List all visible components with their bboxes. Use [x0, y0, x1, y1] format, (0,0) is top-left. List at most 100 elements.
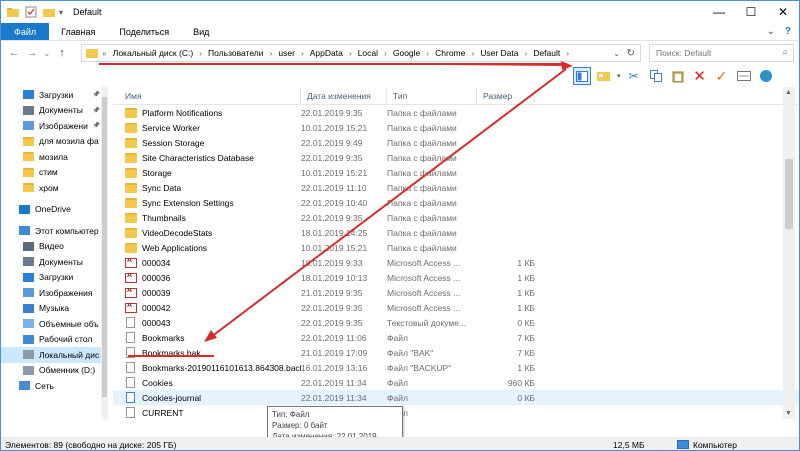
search-input[interactable] — [656, 48, 774, 58]
file-row[interactable]: VideoDecodeStats 18.01.2019 14:25 Папка с … — [113, 225, 799, 240]
tab-home[interactable]: Главная — [49, 23, 107, 40]
file-row[interactable]: Cookies-journal 22.01.2019 11:34 Файл 0 КБ — [113, 390, 799, 405]
breadcrumb-sep[interactable]: › — [524, 48, 527, 58]
new-folder-icon[interactable] — [43, 6, 55, 18]
nav-item[interactable]: Документы — [1, 254, 108, 270]
breadcrumb-sep[interactable]: › — [426, 48, 429, 58]
search-icon[interactable]: ⌕ — [782, 47, 788, 58]
breadcrumb-local[interactable]: Local — [358, 48, 378, 58]
nav-item[interactable]: мозила — [1, 149, 108, 165]
tab-view[interactable]: Вид — [181, 23, 221, 40]
breadcrumb-appdata[interactable]: AppData — [310, 48, 343, 58]
breadcrumb-sep[interactable]: › — [471, 48, 474, 58]
breadcrumb-user[interactable]: user — [278, 48, 295, 58]
copy-icon[interactable] — [647, 67, 665, 85]
file-row[interactable]: 000034 18.01.2019 9:33 Microsoft Access ..… — [113, 255, 799, 270]
column-header-date[interactable]: Дата изменения — [301, 88, 387, 103]
address-bar[interactable]: « Локальный диск (C:) › Пользователи › use… — [81, 44, 641, 62]
column-header-type[interactable]: Тип — [387, 88, 477, 103]
properties-icon[interactable] — [735, 67, 753, 85]
nav-item[interactable]: хром — [1, 180, 108, 196]
delete-icon[interactable]: ✕ — [691, 67, 709, 85]
breadcrumb-sep[interactable]: › — [270, 48, 273, 58]
globe-icon[interactable] — [757, 67, 775, 85]
breadcrumb-users[interactable]: Пользователи — [208, 48, 263, 58]
file-row[interactable]: Bookmarks.bak 21.01.2019 17:09 Файл "BAK" 7… — [113, 345, 799, 360]
nav-item[interactable]: Этот компьютер — [1, 223, 108, 239]
file-row[interactable]: Cookies 22.01.2019 11:34 Файл 960 КБ — [113, 375, 799, 390]
nav-item[interactable]: Изображения — [1, 285, 108, 301]
breadcrumb-google[interactable]: Google — [393, 48, 420, 58]
recent-locations-icon[interactable]: ⌄ — [41, 49, 53, 58]
breadcrumb-user-data[interactable]: User Data — [480, 48, 518, 58]
file-row[interactable]: Site Characteristics Database 22.01.2019 … — [113, 150, 799, 165]
paste-icon[interactable] — [669, 67, 687, 85]
minimize-button[interactable]: — — [703, 1, 735, 23]
properties-icon[interactable] — [25, 6, 37, 18]
nav-item[interactable]: Видео — [1, 239, 108, 255]
rename-check-icon[interactable]: ✓ — [713, 67, 731, 85]
forward-arrow-icon[interactable]: → — [23, 47, 41, 59]
column-header-size[interactable]: Размер — [477, 88, 535, 103]
nav-item[interactable]: Обменник (D:) — [1, 363, 108, 379]
file-list-scrollbar-thumb[interactable] — [785, 159, 793, 229]
nav-item[interactable]: для мозила фа — [1, 134, 108, 150]
ribbon-collapse-icon[interactable]: ⌄ — [767, 26, 775, 37]
nav-item[interactable]: Изображени 📌 — [1, 118, 108, 134]
cut-icon[interactable]: ✂ — [625, 67, 643, 85]
nav-item[interactable]: Музыка — [1, 301, 108, 317]
nav-item[interactable]: Сеть — [1, 378, 108, 394]
help-icon[interactable]: ? — [785, 26, 791, 37]
file-row[interactable]: 000042 22.01.2019 9:35 Microsoft Access ..… — [113, 300, 799, 315]
tab-share[interactable]: Поделиться — [107, 23, 181, 40]
nav-item[interactable]: стим — [1, 165, 108, 181]
nav-scrollbar[interactable] — [101, 87, 108, 419]
file-row[interactable]: Session Storage 22.01.2019 9:49 Папка с фа… — [113, 135, 799, 150]
breadcrumb-sep[interactable]: › — [566, 48, 569, 58]
maximize-button[interactable]: ☐ — [735, 1, 767, 23]
file-row[interactable]: 000043 22.01.2019 9:35 Текстовый докумe...… — [113, 315, 799, 330]
nav-item[interactable]: Загрузки — [1, 270, 108, 286]
view-dropdown-icon[interactable]: ▾ — [617, 72, 621, 80]
file-row[interactable]: 000036 18.01.2019 10:13 Microsoft Access .… — [113, 270, 799, 285]
file-list-scrollbar[interactable]: ▲ ▼ — [783, 87, 795, 419]
nav-item[interactable]: Документы 📌 — [1, 103, 108, 119]
file-row[interactable]: Thumbnails 22.01.2019 9:35 Папка с файлами — [113, 210, 799, 225]
file-row[interactable]: Storage 10.01.2019 15:21 Папка с файлами — [113, 165, 799, 180]
breadcrumb-sep[interactable]: › — [301, 48, 304, 58]
file-row[interactable]: CURRENT10.01.2019 15:21Файл — [113, 405, 799, 420]
refresh-icon[interactable]: ↻ — [627, 48, 635, 59]
quick-access-dropdown-icon[interactable]: ▾ — [59, 8, 63, 17]
preview-pane-icon[interactable] — [573, 67, 591, 85]
nav-item[interactable]: OneDrive — [1, 202, 108, 218]
file-row[interactable]: Sync Extension Settings 22.01.2019 10:40 П… — [113, 195, 799, 210]
file-row[interactable]: Bookmarks 22.01.2019 11:06 Файл 7 КБ — [113, 330, 799, 345]
nav-item[interactable]: Локальный дис — [1, 347, 108, 363]
breadcrumb-default[interactable]: Default — [533, 48, 560, 58]
file-row[interactable]: Sync Data 22.01.2019 11:10 Папка с файлами — [113, 180, 799, 195]
nav-scrollbar-thumb[interactable] — [102, 97, 107, 397]
nav-item[interactable]: Загрузки 📌 — [1, 87, 108, 103]
folder-view-icon[interactable] — [595, 67, 613, 85]
file-row[interactable]: Bookmarks-20190116101613.864308.back... 1… — [113, 360, 799, 375]
file-row[interactable]: Platform Notifications 22.01.2019 9:35 Пап… — [113, 105, 799, 120]
file-row[interactable]: Service Worker 10.01.2019 15:21 Папка с фа… — [113, 120, 799, 135]
up-arrow-icon[interactable]: ↑ — [53, 47, 71, 59]
back-arrow-icon[interactable]: ← — [5, 47, 23, 59]
overflow-crumbs[interactable]: « — [102, 48, 107, 58]
nav-item[interactable]: Рабочий стол — [1, 332, 108, 348]
nav-item[interactable]: Объемные объ — [1, 316, 108, 332]
file-row[interactable]: Web Applications 10.01.2019 15:21 Папка с … — [113, 240, 799, 255]
file-row[interactable]: 000039 21.01.2019 9:35 Microsoft Access ..… — [113, 285, 799, 300]
address-dropdown-icon[interactable]: ⌄ — [613, 49, 620, 58]
scroll-up-icon[interactable]: ▲ — [785, 89, 792, 96]
tab-file[interactable]: Файл — [1, 23, 50, 40]
close-button[interactable]: ✕ — [767, 1, 799, 23]
column-header-name[interactable]: Имя — [113, 88, 301, 103]
search-box[interactable]: ⌕ — [649, 44, 794, 62]
breadcrumb-sep[interactable]: › — [384, 48, 387, 58]
breadcrumb-sep[interactable]: › — [199, 48, 202, 58]
breadcrumb-sep[interactable]: › — [349, 48, 352, 58]
breadcrumb-drive[interactable]: Локальный диск (C:) — [113, 48, 193, 58]
breadcrumb-chrome[interactable]: Chrome — [435, 48, 465, 58]
